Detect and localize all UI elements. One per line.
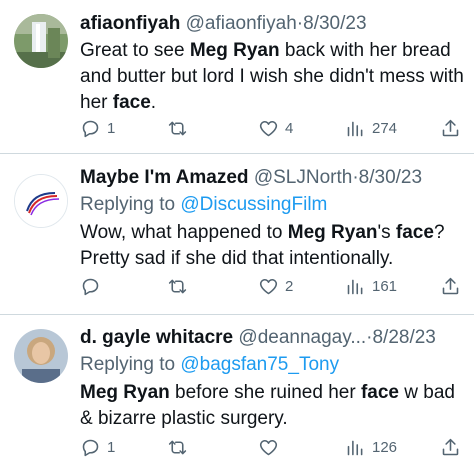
retweet-button[interactable] bbox=[167, 116, 194, 140]
tweet-text-bold: face bbox=[360, 382, 399, 403]
tweet-text-bold: face bbox=[112, 92, 151, 113]
avatar-waterfall-image bbox=[14, 14, 68, 68]
tweet-text-run: before she ruined her bbox=[169, 382, 361, 403]
tweet-text: Meg Ryan before she ruined her face w ba… bbox=[80, 380, 464, 432]
tweet[interactable]: d. gayle whitacre @deannagay...·8/28/23 … bbox=[0, 315, 474, 475]
reply-icon bbox=[82, 120, 99, 137]
avatar-photo-image bbox=[14, 329, 68, 383]
views-count: 126 bbox=[372, 438, 398, 456]
avatar[interactable] bbox=[14, 329, 68, 383]
heart-icon bbox=[259, 120, 278, 136]
tweet-text-bold: face bbox=[395, 222, 434, 243]
heart-icon bbox=[259, 439, 278, 455]
replying-to-link[interactable]: @DiscussingFilm bbox=[180, 194, 327, 215]
tweet-text-run: . bbox=[150, 92, 157, 113]
views-icon bbox=[347, 121, 363, 136]
avatar[interactable] bbox=[14, 14, 68, 68]
tweet-text: Wow, what happened to Meg Ryan's face? P… bbox=[80, 220, 464, 272]
share-icon bbox=[442, 119, 459, 136]
tweet-text: Great to see Meg Ryan back with her brea… bbox=[80, 38, 464, 116]
heart-icon bbox=[259, 278, 278, 294]
tweet-date[interactable]: 8/28/23 bbox=[372, 327, 435, 348]
retweet-icon bbox=[168, 121, 187, 135]
like-button[interactable]: 4 bbox=[258, 116, 293, 140]
action-bar: 2 161 bbox=[80, 274, 462, 298]
share-button[interactable] bbox=[440, 116, 461, 140]
share-button[interactable] bbox=[440, 435, 461, 459]
reply-count: 1 bbox=[107, 438, 116, 456]
retweet-icon bbox=[168, 279, 187, 293]
tweet-text-run: Wow, what happened to bbox=[80, 222, 288, 243]
action-bar: 1 4 274 bbox=[80, 116, 462, 140]
views-icon bbox=[347, 440, 363, 455]
tweet-text-bold: Meg Ryan bbox=[189, 40, 280, 61]
tweet[interactable]: Maybe I'm Amazed @SLJNorth·8/30/23 Reply… bbox=[0, 154, 474, 315]
display-name[interactable]: d. gayle whitacre bbox=[80, 327, 233, 348]
reply-button[interactable]: 1 bbox=[80, 116, 115, 140]
share-button[interactable] bbox=[440, 274, 461, 298]
replying-to-link[interactable]: @bagsfan75_Tony bbox=[180, 354, 339, 375]
tweet-date[interactable]: 8/30/23 bbox=[303, 13, 366, 34]
replying-to: Replying to @DiscussingFilm bbox=[80, 192, 464, 218]
display-name[interactable]: afiaonfiyah bbox=[80, 13, 180, 34]
like-button[interactable]: 2 bbox=[258, 274, 293, 298]
replying-to-label: Replying to bbox=[80, 354, 181, 375]
views-button[interactable]: 161 bbox=[345, 274, 397, 298]
user-handle[interactable]: @SLJNorth bbox=[254, 167, 353, 188]
retweet-button[interactable] bbox=[167, 274, 194, 298]
reply-icon bbox=[82, 439, 99, 456]
like-count: 4 bbox=[285, 119, 294, 137]
user-handle[interactable]: @deannagay... bbox=[238, 327, 366, 348]
replying-to: Replying to @bagsfan75_Tony bbox=[80, 352, 464, 378]
tweet-header: Maybe I'm Amazed @SLJNorth·8/30/23 bbox=[80, 166, 464, 190]
reply-button[interactable] bbox=[80, 274, 107, 298]
tweet-text-bold: Meg Ryan bbox=[287, 222, 378, 243]
replying-to-label: Replying to bbox=[80, 194, 181, 215]
views-button[interactable]: 126 bbox=[345, 435, 397, 459]
like-button[interactable] bbox=[258, 435, 285, 459]
tweet[interactable]: afiaonfiyah @afiaonfiyah·8/30/23 Great t… bbox=[0, 0, 474, 154]
tweet-text-bold: Meg Ryan bbox=[80, 382, 170, 403]
tweet-header: d. gayle whitacre @deannagay...·8/28/23 bbox=[80, 326, 464, 350]
tweet-date[interactable]: 8/30/23 bbox=[359, 167, 422, 188]
tweet-header: afiaonfiyah @afiaonfiyah·8/30/23 bbox=[80, 12, 464, 36]
reply-button[interactable]: 1 bbox=[80, 435, 115, 459]
views-count: 274 bbox=[372, 119, 398, 137]
avatar-stripes-image bbox=[15, 175, 67, 227]
views-count: 161 bbox=[372, 277, 398, 295]
user-handle[interactable]: @afiaonfiyah bbox=[186, 13, 297, 34]
share-icon bbox=[442, 277, 459, 294]
retweet-icon bbox=[168, 440, 187, 454]
views-button[interactable]: 274 bbox=[345, 116, 397, 140]
avatar[interactable] bbox=[14, 174, 68, 228]
tweet-text-run: Great to see bbox=[80, 40, 190, 61]
reply-icon bbox=[82, 278, 99, 295]
tweet-text-run: 's bbox=[377, 222, 396, 243]
display-name[interactable]: Maybe I'm Amazed bbox=[80, 167, 249, 188]
retweet-button[interactable] bbox=[167, 435, 194, 459]
share-icon bbox=[442, 438, 459, 455]
reply-count: 1 bbox=[107, 119, 116, 137]
action-bar: 1 126 bbox=[80, 435, 462, 459]
views-icon bbox=[347, 279, 363, 294]
like-count: 2 bbox=[285, 277, 294, 295]
